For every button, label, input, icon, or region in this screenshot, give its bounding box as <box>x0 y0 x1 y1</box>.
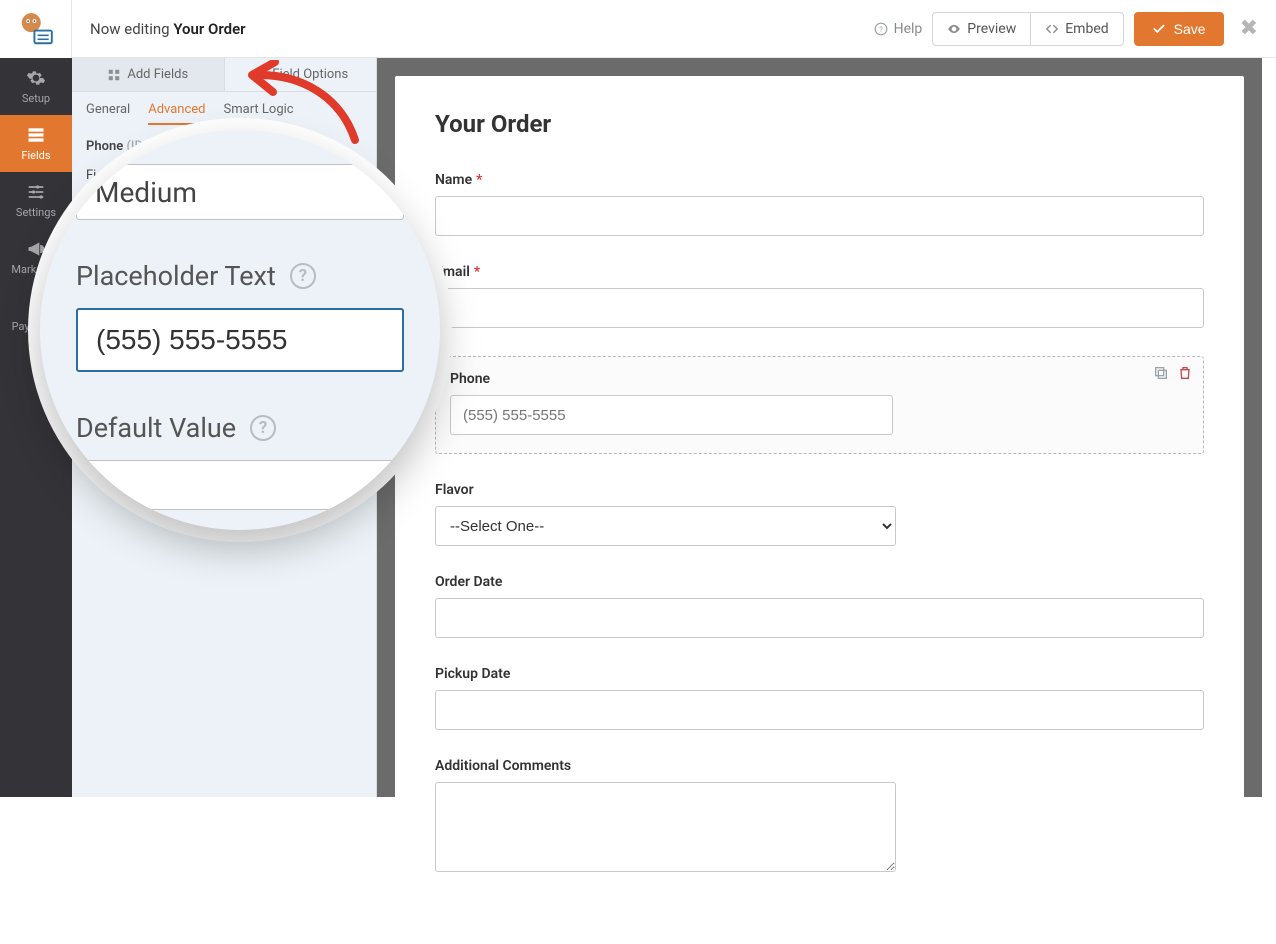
nav-fields-label: Fields <box>21 149 50 162</box>
megaphone-icon <box>26 239 46 259</box>
form-canvas: Your Order Name* Email* Phone Flavor --S… <box>377 58 1262 797</box>
sliders-icon <box>26 182 46 202</box>
pickup-date-input[interactable] <box>435 690 1204 730</box>
field-flavor-label: Flavor <box>435 482 1204 498</box>
help-label: Help <box>894 21 923 37</box>
check-icon <box>1152 22 1166 36</box>
placeholder-text-label: Placeholder Text <box>76 260 276 292</box>
order-date-input[interactable] <box>435 598 1204 638</box>
gear-icon <box>26 68 46 88</box>
field-flavor[interactable]: Flavor --Select One-- <box>435 482 1204 546</box>
field-name-label: Name <box>435 172 472 188</box>
preview-button[interactable]: Preview <box>932 12 1031 46</box>
arrow-icon <box>240 60 370 150</box>
eye-icon <box>947 22 961 36</box>
help-icon: ? <box>874 22 888 36</box>
app-logo <box>0 0 72 58</box>
field-comments[interactable]: Additional Comments <box>435 758 1204 876</box>
tab-add-fields[interactable]: Add Fields <box>72 58 225 92</box>
preview-embed-group: Preview Embed <box>932 12 1123 46</box>
embed-button[interactable]: Embed <box>1031 12 1123 46</box>
field-email[interactable]: Email* <box>435 264 1204 328</box>
help-tooltip-icon[interactable]: ? <box>250 415 276 441</box>
fields-icon <box>26 125 46 145</box>
grid-icon <box>107 68 121 82</box>
required-asterisk: * <box>476 172 482 188</box>
duplicate-icon[interactable] <box>1153 365 1169 381</box>
field-phone-label: Phone <box>450 371 490 387</box>
trash-icon[interactable] <box>1177 365 1193 381</box>
embed-label: Embed <box>1065 21 1108 37</box>
nav-settings-label: Settings <box>16 206 56 219</box>
form-title: Your Order <box>435 110 1204 138</box>
editing-prefix: Now editing <box>90 20 170 38</box>
preview-label: Preview <box>967 21 1016 37</box>
help-tooltip-icon[interactable]: ? <box>290 263 316 289</box>
placeholder-text-input[interactable] <box>76 308 404 372</box>
field-crumb-name: Phone <box>86 139 123 154</box>
tab-add-fields-label: Add Fields <box>127 67 188 82</box>
svg-text:?: ? <box>879 24 883 33</box>
flavor-select[interactable]: --Select One-- <box>435 506 896 546</box>
comments-textarea[interactable] <box>435 782 896 872</box>
editing-form-title: Your Order <box>173 20 245 38</box>
field-size-select[interactable]: Medium <box>76 164 404 220</box>
subtab-advanced[interactable]: Advanced <box>148 102 205 125</box>
form-card: Your Order Name* Email* Phone Flavor --S… <box>395 76 1244 944</box>
annotation-arrow <box>240 60 370 154</box>
save-button[interactable]: Save <box>1134 12 1224 46</box>
nav-setup-label: Setup <box>22 92 50 105</box>
field-order-date[interactable]: Order Date <box>435 574 1204 638</box>
email-input[interactable] <box>435 288 1204 328</box>
wpforms-logo-icon <box>17 10 55 48</box>
phone-input[interactable] <box>450 395 893 435</box>
name-input[interactable] <box>435 196 1204 236</box>
top-bar: Now editing Your Order ? Help Preview Em… <box>72 0 1276 58</box>
required-asterisk: * <box>474 264 480 280</box>
field-order-date-label: Order Date <box>435 574 1204 590</box>
field-pickup-date[interactable]: Pickup Date <box>435 666 1204 730</box>
field-size-value: Medium <box>95 176 197 209</box>
nav-settings[interactable]: Settings <box>0 172 72 229</box>
svg-text:$: $ <box>31 300 39 315</box>
field-phone[interactable]: Phone <box>435 356 1204 454</box>
field-pickup-date-label: Pickup Date <box>435 666 1204 682</box>
field-name[interactable]: Name* <box>435 172 1204 236</box>
nav-setup[interactable]: Setup <box>0 58 72 115</box>
magnifier-lens: Medium Placeholder Text ? Default Value … <box>40 130 440 530</box>
editing-indicator: Now editing Your Order <box>90 20 246 38</box>
code-icon <box>1045 22 1059 36</box>
save-label: Save <box>1174 21 1206 37</box>
selected-field-outline: Phone <box>435 356 1204 454</box>
close-builder[interactable]: ✖ <box>1240 16 1258 41</box>
subtab-general[interactable]: General <box>86 102 130 125</box>
field-comments-label: Additional Comments <box>435 758 1204 774</box>
default-value-label: Default Value <box>76 412 236 444</box>
nav-fields[interactable]: Fields <box>0 115 72 172</box>
field-email-label: Email <box>435 264 470 280</box>
help-link[interactable]: ? Help <box>874 21 923 37</box>
